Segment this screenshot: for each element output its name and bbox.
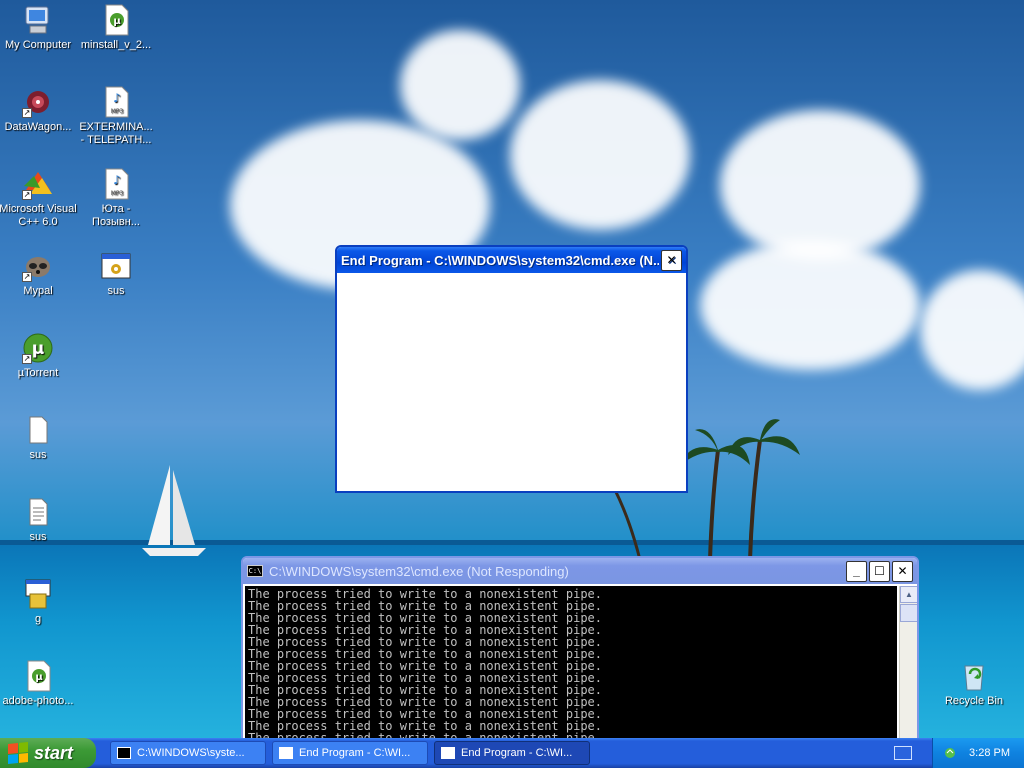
mp3-file-icon: ♪ MP3: [100, 168, 132, 200]
minimize-icon: _: [853, 564, 860, 578]
cloud: [400, 30, 520, 140]
icon-label-line2: Позывн...: [92, 216, 140, 228]
cloud: [510, 80, 690, 230]
datawagon-icon: ↗: [22, 86, 54, 118]
taskbar-item-end-program-1[interactable]: End Program - C:\WI...: [272, 741, 428, 765]
close-button[interactable]: ✕: [661, 249, 682, 271]
icon-label: EXTERMINA...: [79, 121, 153, 133]
desktop-icon-exterminatus[interactable]: ♪ MP3 EXTERMINA... - TELEPATH...: [76, 86, 156, 147]
desktop-icon-sus-text[interactable]: sus: [0, 496, 78, 544]
svg-text:MP3: MP3: [111, 190, 124, 197]
end-program-body: [337, 273, 686, 491]
svg-text:♪: ♪: [113, 91, 121, 105]
icon-label: sus: [29, 531, 47, 543]
close-icon: ✕: [897, 564, 908, 578]
end-program-dialog[interactable]: End Program - C:\WINDOWS\system32\cmd.ex…: [335, 245, 688, 493]
desktop-icon-utorrent[interactable]: µ ↗ µTorrent: [0, 332, 78, 380]
desktop-icon-datawagon[interactable]: ↗ DataWagon...: [0, 86, 78, 134]
icon-label: DataWagon...: [4, 121, 72, 133]
desktop-icon-sus-exe[interactable]: sus: [76, 250, 156, 298]
taskbar-item-cmd[interactable]: C:\WINDOWS\syste...: [110, 741, 266, 765]
utorrent-file-icon: µ: [100, 4, 132, 36]
icon-label: Mypal: [23, 285, 53, 297]
mypal-raccoon-icon: ↗: [22, 250, 54, 282]
vertical-scrollbar[interactable]: ▲: [899, 586, 917, 738]
icon-label-line2: C++ 6.0: [18, 216, 58, 228]
shortcut-arrow-icon: ↗: [22, 272, 32, 282]
shortcut-arrow-icon: ↗: [22, 354, 32, 364]
task-label: End Program - C:\WI...: [299, 747, 411, 759]
blank-file-icon: [22, 414, 54, 446]
icon-label: µTorrent: [17, 367, 59, 379]
svg-text:MP3: MP3: [111, 108, 124, 115]
svg-text:µ: µ: [35, 672, 43, 683]
task-label: End Program - C:\WI...: [461, 747, 573, 759]
scroll-up-arrow-icon[interactable]: ▲: [900, 586, 917, 603]
close-button[interactable]: ✕: [892, 560, 913, 582]
console-output[interactable]: The process tried to write to a nonexist…: [245, 586, 897, 738]
maximize-button[interactable]: ☐: [869, 560, 890, 582]
cmd-title: C:\WINDOWS\system32\cmd.exe (Not Respond…: [269, 563, 569, 579]
start-label: start: [34, 742, 74, 763]
icon-label: adobe-photo...: [2, 695, 74, 707]
start-button[interactable]: start: [0, 738, 96, 768]
desktop-icon-minstall[interactable]: µ minstall_v_2...: [76, 4, 156, 52]
desktop-icon-my-computer[interactable]: My Computer: [0, 4, 78, 52]
windows-flag-icon: [8, 741, 28, 765]
desktop-icon-adobe-photo[interactable]: µ adobe-photo...: [0, 660, 78, 708]
icon-label: g: [34, 613, 42, 625]
sailboat: [142, 465, 206, 556]
application-window-icon: [100, 250, 132, 282]
visual-cpp-icon: ↗: [22, 168, 54, 200]
desktop-icon-mypal[interactable]: ↗ Mypal: [0, 250, 78, 298]
minimize-button[interactable]: _: [846, 560, 867, 582]
icon-label: sus: [107, 285, 125, 297]
desktop-icon-recycle-bin[interactable]: Recycle Bin: [934, 660, 1014, 708]
utorrent-file-icon: µ: [22, 660, 54, 692]
cloud: [720, 110, 920, 260]
desktop-icon-msvc[interactable]: ↗ Microsoft Visual C++ 6.0: [0, 168, 78, 229]
close-icon: ✕: [666, 253, 677, 267]
desktop-icon-yuta[interactable]: ♪ MP3 Юта - Позывн...: [76, 168, 156, 229]
cmd-window-icon: C:\: [247, 565, 263, 577]
network-tray-icon[interactable]: [943, 746, 957, 760]
icon-label: My Computer: [4, 39, 72, 51]
svg-text:µ: µ: [32, 339, 45, 359]
desktop-icon-g[interactable]: g: [0, 578, 78, 626]
installer-icon: [22, 578, 54, 610]
cloud: [700, 240, 920, 370]
icon-label: minstall_v_2...: [80, 39, 152, 51]
icon-label: Microsoft Visual: [0, 203, 77, 215]
mp3-file-icon: ♪ MP3: [100, 86, 132, 118]
window-icon: [441, 747, 455, 759]
scroll-thumb[interactable]: [900, 604, 917, 622]
icon-label: Юта -: [101, 203, 131, 215]
text-file-icon: [22, 496, 54, 528]
shortcut-arrow-icon: ↗: [22, 108, 32, 118]
cmd-titlebar[interactable]: C:\ C:\WINDOWS\system32\cmd.exe (Not Res…: [243, 558, 917, 584]
end-program-title: End Program - C:\WINDOWS\system32\cmd.ex…: [341, 252, 659, 268]
desktop-icon-sus-file[interactable]: sus: [0, 414, 78, 462]
clock[interactable]: 3:28 PM: [969, 747, 1010, 759]
computer-icon: [22, 4, 54, 36]
task-label: C:\WINDOWS\syste...: [137, 747, 245, 759]
shortcut-arrow-icon: ↗: [22, 190, 32, 200]
window-icon: [279, 747, 293, 759]
maximize-icon: ☐: [874, 564, 885, 578]
svg-text:µ: µ: [113, 16, 121, 27]
system-tray: 3:28 PM: [932, 738, 1024, 768]
end-program-titlebar[interactable]: End Program - C:\WINDOWS\system32\cmd.ex…: [337, 247, 686, 273]
taskbar: start C:\WINDOWS\syste... End Program - …: [0, 738, 1024, 768]
utorrent-icon: µ ↗: [22, 332, 54, 364]
keyboard-layout-icon[interactable]: [894, 746, 912, 760]
icon-label: Recycle Bin: [944, 695, 1004, 707]
icon-label-line2: - TELEPATH...: [80, 134, 152, 146]
svg-text:♪: ♪: [113, 173, 121, 187]
cmd-icon: [117, 747, 131, 759]
cloud: [920, 270, 1024, 390]
recycle-bin-icon: [958, 660, 990, 692]
icon-label: sus: [29, 449, 47, 461]
taskbar-item-end-program-2[interactable]: End Program - C:\WI...: [434, 741, 590, 765]
cmd-window[interactable]: C:\ C:\WINDOWS\system32\cmd.exe (Not Res…: [241, 556, 919, 740]
